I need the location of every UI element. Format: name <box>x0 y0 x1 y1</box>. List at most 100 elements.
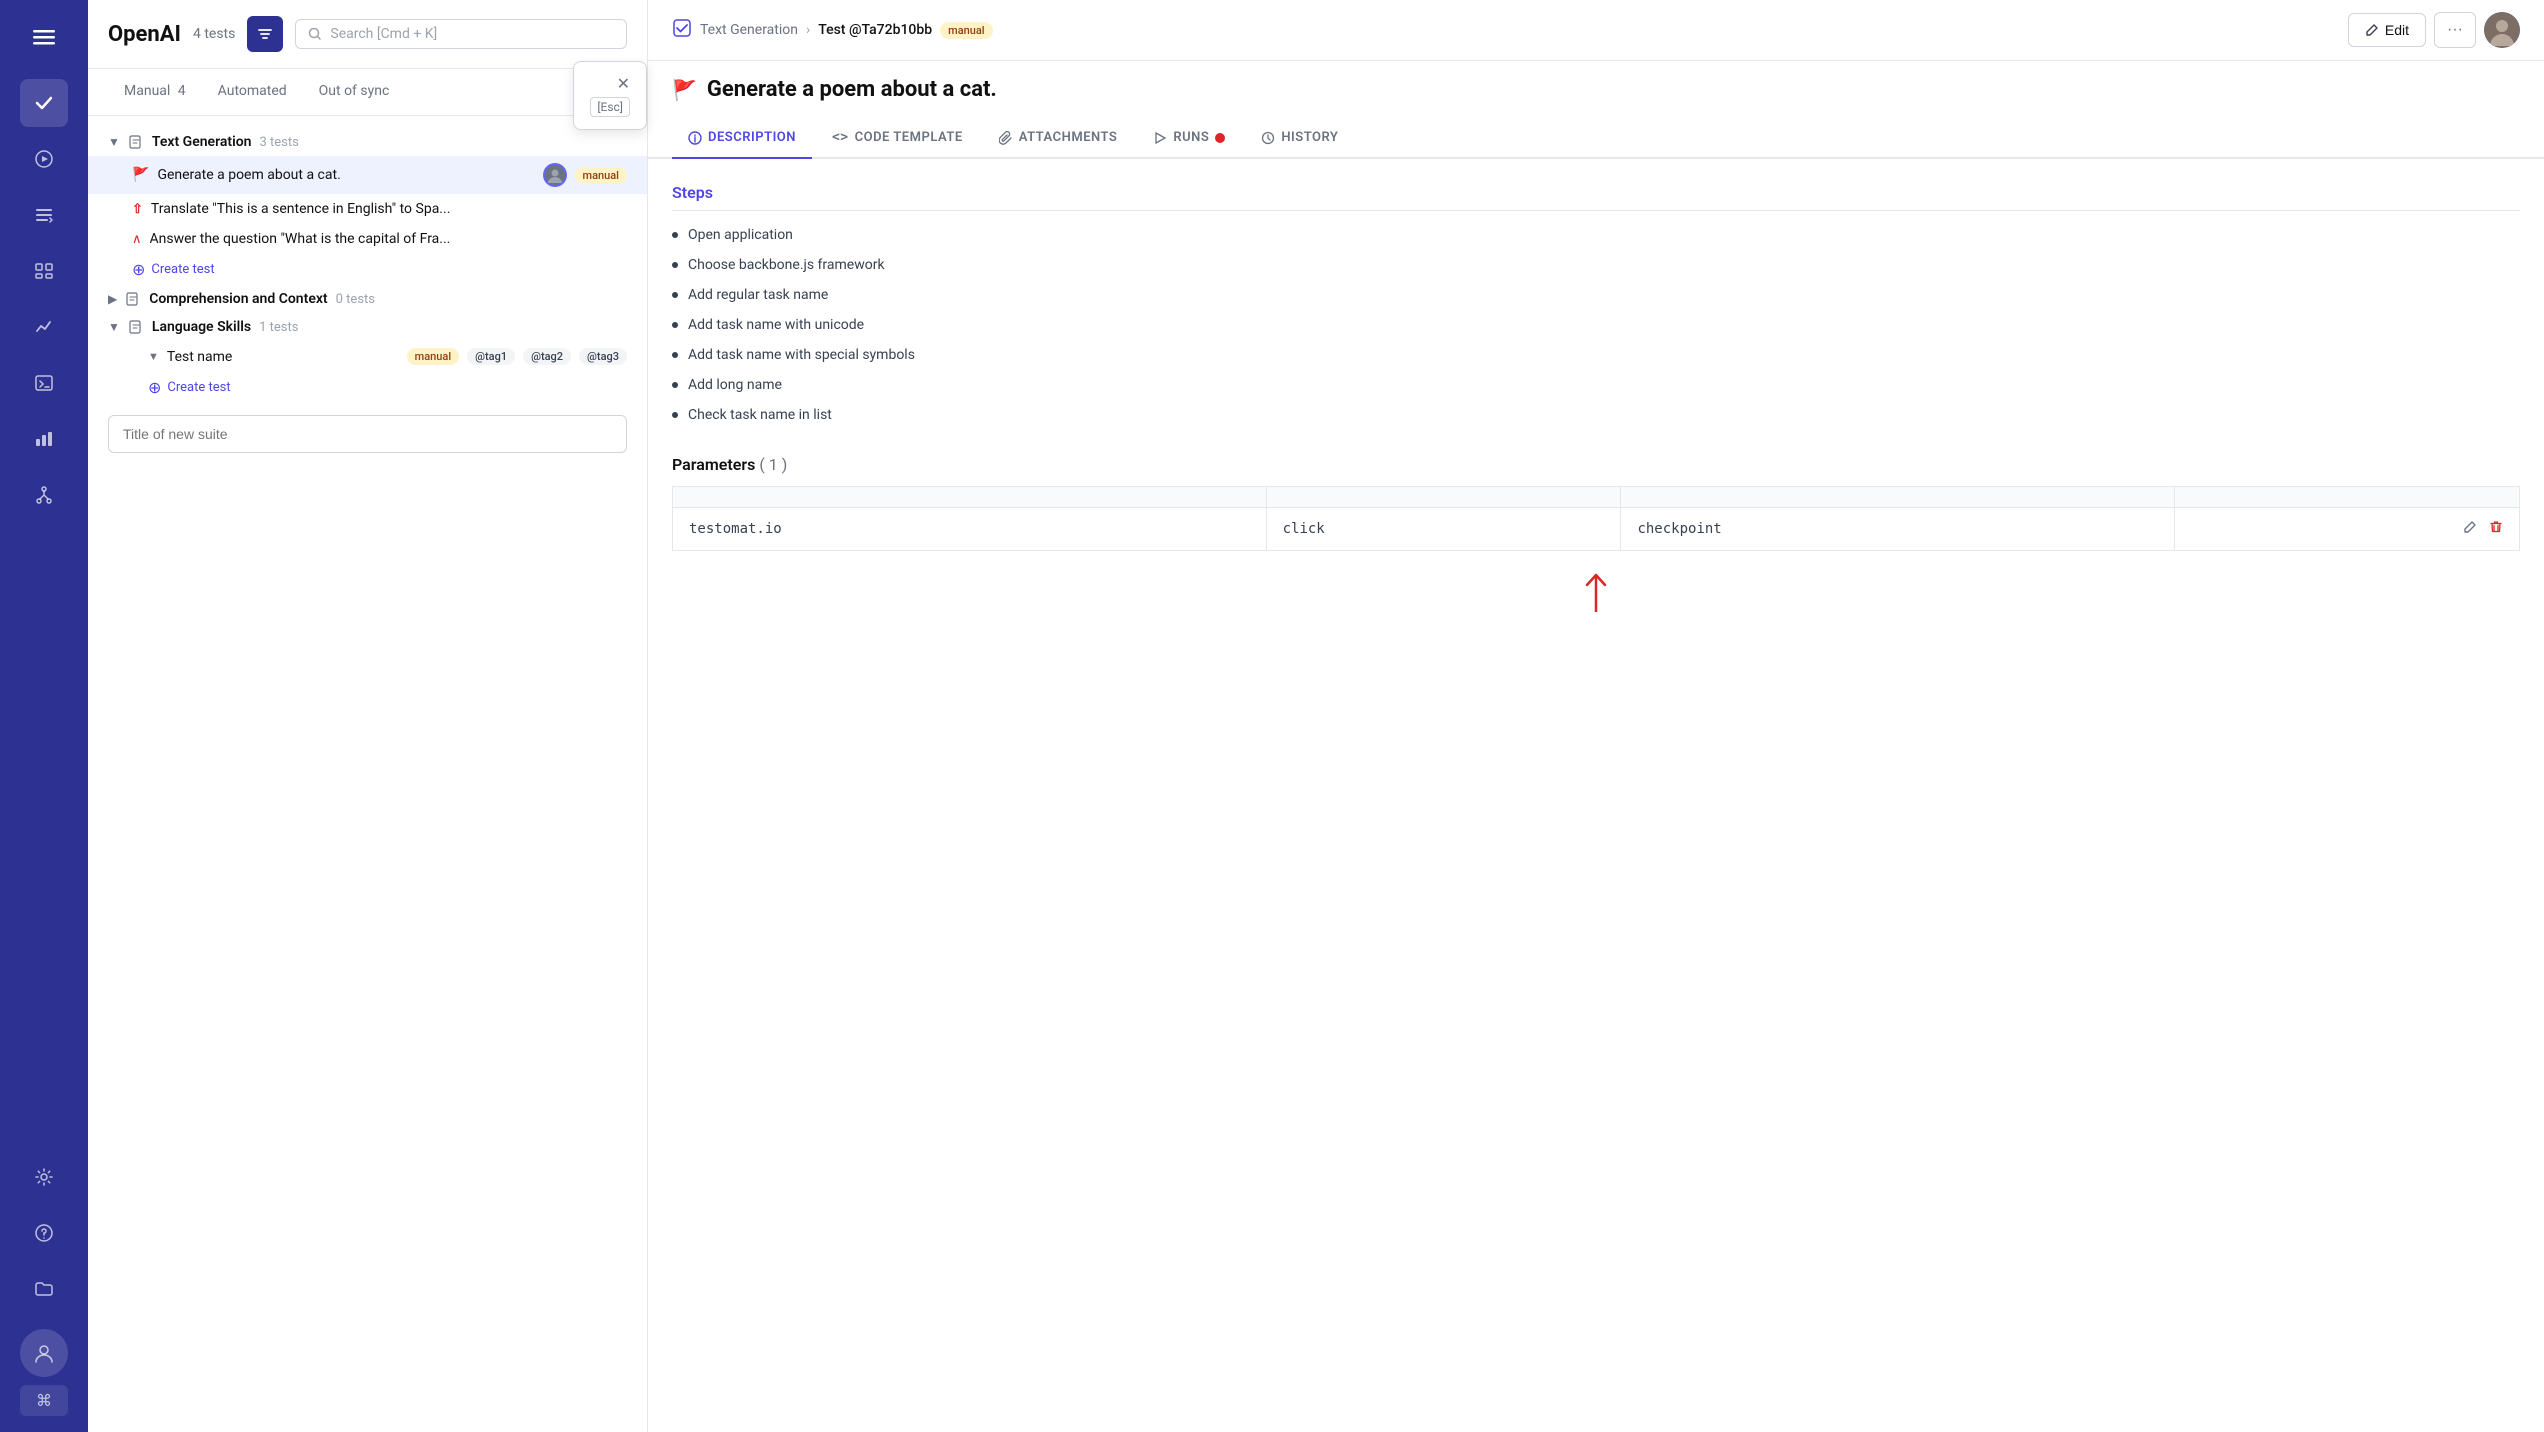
esc-label: [Esc] <box>590 97 630 117</box>
nav-icon-play[interactable] <box>20 135 68 183</box>
chevron-icon: ▼ <box>108 135 120 149</box>
runs-icon <box>1153 131 1167 145</box>
test-row-translate[interactable]: ⇧ Translate "This is a sentence in Engli… <box>88 194 647 224</box>
param-cell-actions <box>2175 508 2520 551</box>
breadcrumb-badge: manual <box>940 22 993 39</box>
breadcrumb-parent[interactable]: Text Generation <box>700 22 798 38</box>
create-test-link-language[interactable]: ⊕ Create test <box>88 372 647 403</box>
breadcrumb-checkbox-icon <box>672 18 692 43</box>
parameters-title: Parameters ( 1 ) <box>672 455 2520 474</box>
test-name-capital: Answer the question "What is the capital… <box>150 231 627 247</box>
suite-row-comprehension[interactable]: ▶ Comprehension and Context 0 tests <box>88 285 647 313</box>
test-row-poem[interactable]: 🚩 Generate a poem about a cat. manual <box>88 156 647 194</box>
step-item: Add regular task name <box>672 287 2520 303</box>
parameters-table: testomat.io click checkpoint <box>672 486 2520 551</box>
edit-icon <box>2365 23 2379 37</box>
suite-count-comprehension: 0 tests <box>336 292 375 307</box>
test-row-capital[interactable]: ∧ Answer the question "What is the capit… <box>88 224 647 254</box>
nav-icon-steps[interactable] <box>20 247 68 295</box>
param-edit-button[interactable] <box>2463 520 2477 538</box>
param-delete-button[interactable] <box>2489 520 2503 538</box>
tab-out-of-sync[interactable]: Out of sync <box>303 69 406 115</box>
suite-count-language: 1 tests <box>259 320 298 335</box>
param-col-3 <box>1621 487 2175 508</box>
test-name-test-name: Test name <box>167 349 399 365</box>
content-area: Steps Open application Choose backbone.j… <box>648 159 2544 1432</box>
suite-file-icon-language <box>128 319 144 335</box>
chevron-icon-test-name: ▼ <box>148 350 159 363</box>
nav-icon-folder[interactable] <box>20 1265 68 1313</box>
bullet <box>672 322 678 328</box>
nav-icon-chart[interactable] <box>20 415 68 463</box>
tab-history[interactable]: HISTORY <box>1245 118 1354 159</box>
arrow-icon-capital: ∧ <box>132 232 142 247</box>
param-cell-2: click <box>1266 508 1621 551</box>
history-icon <box>1261 131 1275 145</box>
tab-automated[interactable]: Automated <box>202 69 303 115</box>
tab-manual[interactable]: Manual 4 <box>108 69 202 115</box>
suite-file-icon <box>128 134 144 150</box>
param-col-2 <box>1266 487 1621 508</box>
param-col-actions <box>2175 487 2520 508</box>
esc-close-button[interactable]: ✕ <box>617 74 630 93</box>
nav-sidebar: ⌘ <box>0 0 88 1432</box>
runs-badge <box>1215 133 1225 143</box>
breadcrumb-separator: › <box>806 22 810 38</box>
more-button[interactable]: ··· <box>2434 12 2476 48</box>
tab-description[interactable]: DESCRIPTION <box>672 118 812 159</box>
esc-popup: ✕ [Esc] <box>573 61 647 130</box>
table-row: testomat.io click checkpoint <box>673 508 2520 551</box>
edit-button[interactable]: Edit <box>2348 13 2426 47</box>
badge-tag3: @tag3 <box>579 348 627 365</box>
user-avatar-sidebar[interactable] <box>20 1329 68 1377</box>
test-row-test-name[interactable]: ▼ Test name manual @tag1 @tag2 @tag3 <box>88 341 647 372</box>
create-test-link-text-gen[interactable]: ⊕ Create test <box>88 254 647 285</box>
badge-manual-test-name: manual <box>407 348 460 365</box>
new-suite-input[interactable] <box>108 415 627 453</box>
filter-button[interactable] <box>247 16 283 52</box>
suite-count-text-generation: 3 tests <box>260 135 299 150</box>
bullet <box>672 232 678 238</box>
suite-row-language-skills[interactable]: ▼ Language Skills 1 tests <box>88 313 647 341</box>
nav-icon-settings[interactable] <box>20 1153 68 1201</box>
nav-icon-terminal[interactable] <box>20 359 68 407</box>
param-col-1 <box>673 487 1267 508</box>
steps-section-title: Steps <box>672 183 2520 211</box>
tree-area: ▼ Text Generation 3 tests 🚩 Generate a p… <box>88 116 647 1432</box>
tab-runs[interactable]: RUNS <box>1137 118 1241 159</box>
breadcrumb-current: Test @Ta72b10bb <box>818 22 932 38</box>
suite-name-text-generation: Text Generation <box>152 134 252 150</box>
tab-code-template[interactable]: <> CODE TEMPLATE <box>816 118 979 159</box>
param-cell-3: checkpoint <box>1621 508 2175 551</box>
test-title-flag-icon: 🚩 <box>672 78 697 102</box>
nav-icon-list[interactable] <box>20 191 68 239</box>
badge-tag1: @tag1 <box>467 348 515 365</box>
user-avatar[interactable] <box>2484 12 2520 48</box>
hamburger-menu[interactable] <box>23 16 65 63</box>
avatar-poem <box>543 163 567 187</box>
nav-icon-help[interactable] <box>20 1209 68 1257</box>
tab-attachments[interactable]: ATTACHMENTS <box>983 118 1134 159</box>
flag-icon: 🚩 <box>132 167 149 183</box>
suite-name-comprehension: Comprehension and Context <box>149 291 327 307</box>
test-name-translate: Translate "This is a sentence in English… <box>151 201 627 217</box>
step-item: Add task name with unicode <box>672 317 2520 333</box>
steps-list: Open application Choose backbone.js fram… <box>672 227 2520 423</box>
chevron-icon-language: ▼ <box>108 320 120 334</box>
suite-file-icon-comprehension <box>125 291 141 307</box>
suite-row-text-generation[interactable]: ▼ Text Generation 3 tests <box>88 128 647 156</box>
nav-icon-analytics[interactable] <box>20 303 68 351</box>
search-box[interactable]: Search [Cmd + K] <box>295 19 627 49</box>
chevron-icon-comprehension: ▶ <box>108 292 117 306</box>
left-header: OpenAI 4 tests Search [Cmd + K] <box>88 0 647 69</box>
keyboard-shortcut: ⌘ <box>20 1385 68 1416</box>
nav-icon-check[interactable] <box>20 79 68 127</box>
nav-icon-fork[interactable] <box>20 471 68 519</box>
suite-name-language: Language Skills <box>152 319 251 335</box>
app-name: OpenAI <box>108 22 181 47</box>
test-name-poem: Generate a poem about a cat. <box>157 167 534 183</box>
step-item: Add long name <box>672 377 2520 393</box>
right-topbar: Text Generation › Test @Ta72b10bb manual… <box>648 0 2544 61</box>
test-title: Generate a poem about a cat. <box>707 77 997 102</box>
attachments-icon <box>999 131 1013 145</box>
